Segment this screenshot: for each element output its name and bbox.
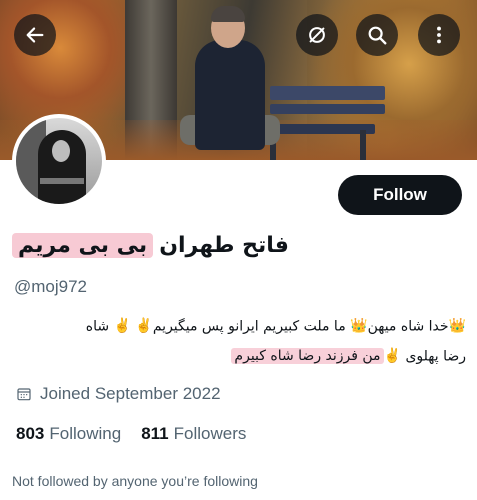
- calendar-icon: [17, 388, 31, 401]
- grok-button[interactable]: [296, 14, 338, 56]
- user-handle: @moj972: [14, 277, 88, 296]
- joined-date: Joined September 2022: [16, 384, 221, 404]
- victory-hand-icon: ✌️: [383, 347, 401, 364]
- bio-text: رضا پهلوی: [405, 348, 466, 364]
- not-followed-notice: Not followed by anyone you’re following: [12, 473, 258, 489]
- following-label: Following: [49, 424, 122, 443]
- grok-icon: [309, 27, 325, 43]
- display-name-highlighted: بی بی مریم: [12, 232, 154, 258]
- bio-text: ما ملت کبیریم ایرانو پس میگیریم: [152, 318, 346, 335]
- bio-highlight: من فرزند رضا شاه کبیرم: [231, 348, 384, 364]
- joined-label: Joined September 2022: [40, 384, 221, 403]
- crown-icon: 👑: [350, 318, 368, 334]
- following-link[interactable]: 803 Following: [16, 424, 121, 444]
- more-button[interactable]: [418, 14, 460, 56]
- follow-button[interactable]: Follow: [338, 175, 462, 215]
- avatar-face: [52, 140, 70, 162]
- back-button[interactable]: [14, 14, 56, 56]
- bio-text: خدا شاه میهن: [367, 318, 449, 335]
- following-count: 803: [16, 424, 45, 443]
- display-name: فاتح طهران بی بی مریم: [12, 228, 295, 262]
- bio-line-2: رضا پهلوی ✌️من فرزند رضا شاه کبیرم: [14, 342, 466, 372]
- victory-hand-icon: ✌️: [113, 318, 131, 334]
- more-vertical-icon: [437, 26, 441, 44]
- follow-stats: 803 Following 811 Followers: [16, 424, 246, 444]
- bio-text: شاه: [85, 318, 110, 335]
- followers-label: Followers: [173, 424, 247, 443]
- crown-icon: 👑: [448, 318, 466, 334]
- banner-bench: [270, 86, 385, 100]
- followers-link[interactable]: 811 Followers: [141, 424, 246, 444]
- bio-line-1: 👑خدا شاه میهن👑 ما ملت کبیریم ایرانو پس م…: [14, 312, 466, 342]
- followers-count: 811: [141, 424, 169, 443]
- search-icon: [368, 26, 387, 45]
- avatar[interactable]: [12, 114, 106, 208]
- search-button[interactable]: [356, 14, 398, 56]
- display-name-plain: فاتح طهران: [159, 232, 289, 258]
- banner-person-hair: [211, 6, 245, 22]
- arrow-left-icon: [26, 27, 44, 43]
- victory-hand-icon: ✌️: [135, 318, 153, 334]
- banner-person-body: [195, 40, 265, 150]
- bio: 👑خدا شاه میهن👑 ما ملت کبیریم ایرانو پس م…: [14, 312, 466, 371]
- avatar-belt: [40, 178, 84, 184]
- banner-bench-leg: [360, 130, 366, 160]
- banner-bench-rail: [270, 104, 385, 114]
